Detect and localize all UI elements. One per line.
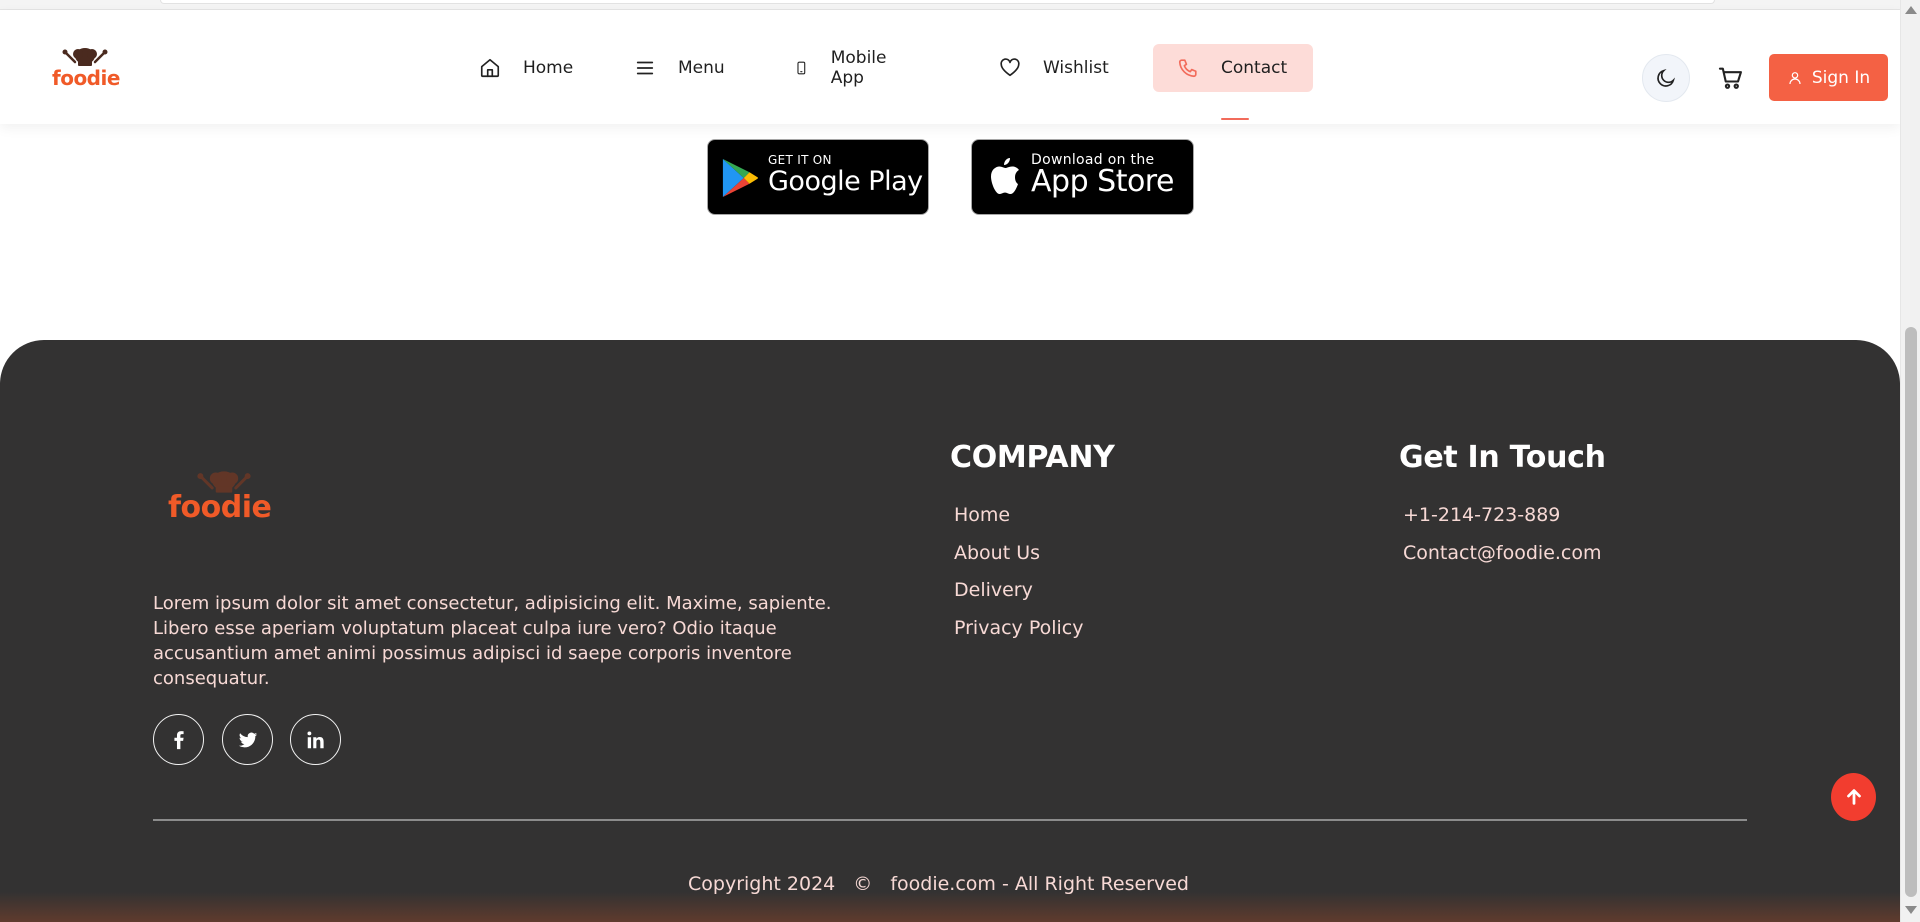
app-store-text: Download on the App Store bbox=[1031, 153, 1174, 197]
footer-link-delivery[interactable]: Delivery bbox=[954, 579, 1033, 601]
footer-link-privacy[interactable]: Privacy Policy bbox=[954, 617, 1083, 639]
footer-logo-wordmark: foodie bbox=[168, 490, 272, 525]
heart-icon bbox=[1000, 58, 1020, 77]
cart-icon bbox=[1718, 67, 1742, 89]
call-icon bbox=[1178, 59, 1197, 78]
active-nav-indicator bbox=[1221, 118, 1249, 120]
arrow-up-icon bbox=[1846, 789, 1861, 805]
menu-icon bbox=[636, 61, 654, 75]
google-play-small: GET IT ON bbox=[768, 153, 832, 167]
logo-wordmark: foodie bbox=[52, 66, 120, 90]
apple-icon bbox=[991, 158, 1019, 194]
header-logo[interactable]: foodie bbox=[50, 46, 120, 92]
scroll-down-arrow[interactable] bbox=[1905, 906, 1917, 914]
phone-icon bbox=[797, 61, 806, 75]
facebook-button[interactable] bbox=[153, 714, 204, 765]
linkedin-button[interactable] bbox=[290, 714, 341, 765]
company-heading: COMPANY bbox=[950, 440, 1115, 475]
scrollbar-thumb[interactable] bbox=[1905, 327, 1917, 897]
footer-link-about[interactable]: About Us bbox=[954, 542, 1040, 564]
nav-menu-label: Menu bbox=[678, 58, 725, 78]
page-scrollbar[interactable] bbox=[1900, 0, 1920, 922]
cart-button[interactable] bbox=[1717, 64, 1745, 92]
sign-in-label: Sign In bbox=[1811, 67, 1871, 88]
twitter-icon bbox=[238, 732, 257, 747]
get-in-touch-heading: Get In Touch bbox=[1399, 440, 1606, 475]
footer-description: Lorem ipsum dolor sit amet consectetur, … bbox=[153, 593, 832, 689]
twitter-button[interactable] bbox=[222, 714, 273, 765]
home-icon bbox=[480, 58, 500, 78]
nav-home[interactable]: Home bbox=[455, 44, 597, 92]
linkedin-icon bbox=[306, 730, 324, 748]
footer-link-home[interactable]: Home bbox=[954, 504, 1010, 526]
address-bar-edge bbox=[160, 0, 1715, 4]
app-store-big: App Store bbox=[1031, 164, 1174, 199]
footer-logo[interactable]: foodie bbox=[166, 469, 276, 529]
nav-wishlist[interactable]: Wishlist bbox=[975, 44, 1133, 92]
scroll-up-arrow[interactable] bbox=[1905, 6, 1917, 14]
facebook-icon bbox=[173, 730, 184, 749]
nav-home-label: Home bbox=[523, 58, 574, 78]
scroll-to-top-button[interactable] bbox=[1831, 773, 1876, 821]
app-store-badge[interactable]: Download on the App Store bbox=[971, 139, 1194, 215]
footer-divider bbox=[153, 819, 1747, 821]
theme-toggle-button[interactable] bbox=[1642, 54, 1690, 102]
nav-wishlist-label: Wishlist bbox=[1043, 58, 1109, 78]
contact-email[interactable]: Contact@foodie.com bbox=[1403, 542, 1602, 564]
google-play-badge[interactable]: GET IT ON Google Play bbox=[707, 139, 929, 215]
site-footer: foodie Lorem ipsum dolor sit amet consec… bbox=[0, 340, 1900, 922]
nav-mobile-app-label: Mobile App bbox=[830, 48, 887, 88]
browser-top-strip bbox=[0, 0, 1900, 10]
google-play-big: Google Play bbox=[768, 166, 923, 197]
nav-contact-label: Contact bbox=[1221, 58, 1288, 78]
user-icon bbox=[1789, 71, 1801, 84]
google-play-icon bbox=[722, 159, 759, 197]
nav-contact[interactable]: Contact bbox=[1153, 44, 1313, 92]
chef-hat-icon bbox=[62, 48, 108, 66]
sign-in-button[interactable]: Sign In bbox=[1769, 54, 1888, 101]
footer-bottom-glow bbox=[0, 892, 1900, 922]
site-header: foodie Home Menu Mobile App Wishlist Con… bbox=[0, 10, 1900, 124]
google-play-text: GET IT ON Google Play bbox=[768, 153, 923, 197]
nav-menu[interactable]: Menu bbox=[610, 44, 749, 92]
nav-mobile-app[interactable]: Mobile App bbox=[770, 44, 918, 92]
contact-phone[interactable]: +1-214-723-889 bbox=[1403, 504, 1560, 526]
moon-icon bbox=[1657, 68, 1676, 87]
